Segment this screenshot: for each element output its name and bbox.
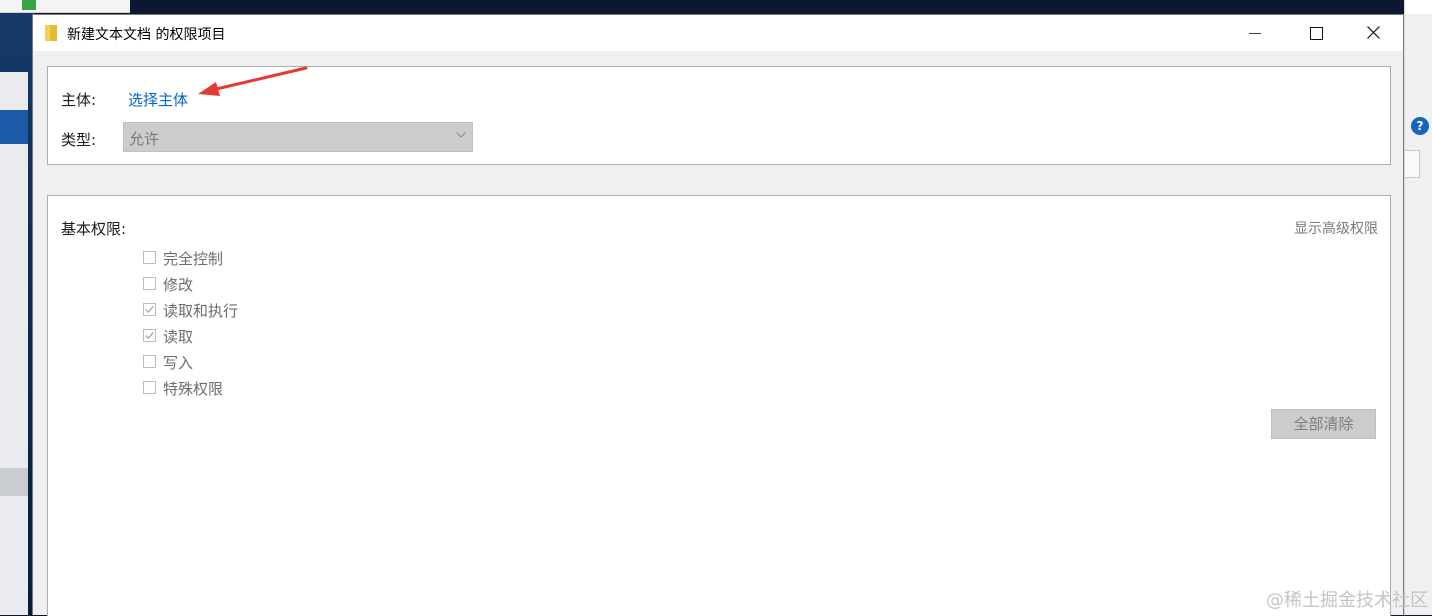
checkbox-checked[interactable] — [143, 303, 156, 316]
annotation-arrow-icon — [198, 66, 308, 96]
minimize-button[interactable] — [1227, 15, 1285, 51]
permission-label: 特殊权限 — [163, 380, 224, 398]
maximize-icon — [1310, 27, 1323, 40]
type-label: 类型: — [61, 131, 97, 149]
permission-label: 读取 — [163, 328, 194, 346]
close-icon — [1367, 26, 1380, 39]
checkmark-icon — [145, 305, 154, 314]
checkbox[interactable] — [143, 251, 156, 264]
permissions-panel: 基本权限: 显示高级权限 完全控制 修改 读取和执行 读取 写入 特殊权限 全部… — [47, 195, 1391, 616]
select-principal-link[interactable]: 选择主体 — [128, 89, 188, 110]
minimize-icon — [1249, 33, 1261, 34]
checkbox[interactable] — [143, 381, 156, 394]
app-icon — [22, 0, 36, 10]
dialog-title: 新建文本文档 的权限项目 — [67, 27, 226, 43]
watermark: @稀土掘金技术社区 — [1266, 590, 1428, 611]
desktop-background-left — [0, 0, 36, 615]
checkbox[interactable] — [143, 277, 156, 290]
checkmark-icon — [145, 331, 154, 340]
maximize-button[interactable] — [1287, 15, 1345, 51]
permission-label: 读取和执行 — [163, 302, 239, 320]
background-window-right: ? — [1404, 0, 1432, 615]
checkbox[interactable] — [143, 355, 156, 368]
permission-label: 完全控制 — [163, 250, 224, 268]
background-window-edge — [0, 72, 28, 615]
permission-label: 写入 — [163, 354, 194, 372]
background-taskbar-tab[interactable] — [0, 0, 130, 13]
chevron-down-icon — [456, 132, 466, 138]
clear-all-button[interactable]: 全部清除 — [1271, 409, 1376, 439]
background-window-top — [1405, 0, 1432, 14]
type-select-value: 允许 — [129, 130, 160, 148]
show-advanced-permissions-link[interactable]: 显示高级权限 — [1294, 218, 1378, 238]
basic-permissions-label: 基本权限: — [61, 220, 127, 238]
permission-entry-dialog: 新建文本文档 的权限项目 主体: 选择主体 类型: 允许 基本权限: 显示高级权… — [32, 14, 1404, 616]
checkbox-checked[interactable] — [143, 329, 156, 342]
background-window-selection — [0, 110, 28, 144]
background-button[interactable] — [1405, 150, 1420, 178]
principal-label: 主体: — [61, 91, 97, 109]
title-bar[interactable]: 新建文本文档 的权限项目 — [33, 15, 1403, 51]
help-icon[interactable]: ? — [1411, 117, 1429, 135]
folder-icon — [45, 25, 57, 41]
close-button[interactable] — [1345, 15, 1403, 51]
permission-label: 修改 — [163, 276, 194, 294]
background-window-scrollbar — [0, 468, 28, 496]
type-select[interactable]: 允许 — [123, 122, 473, 152]
